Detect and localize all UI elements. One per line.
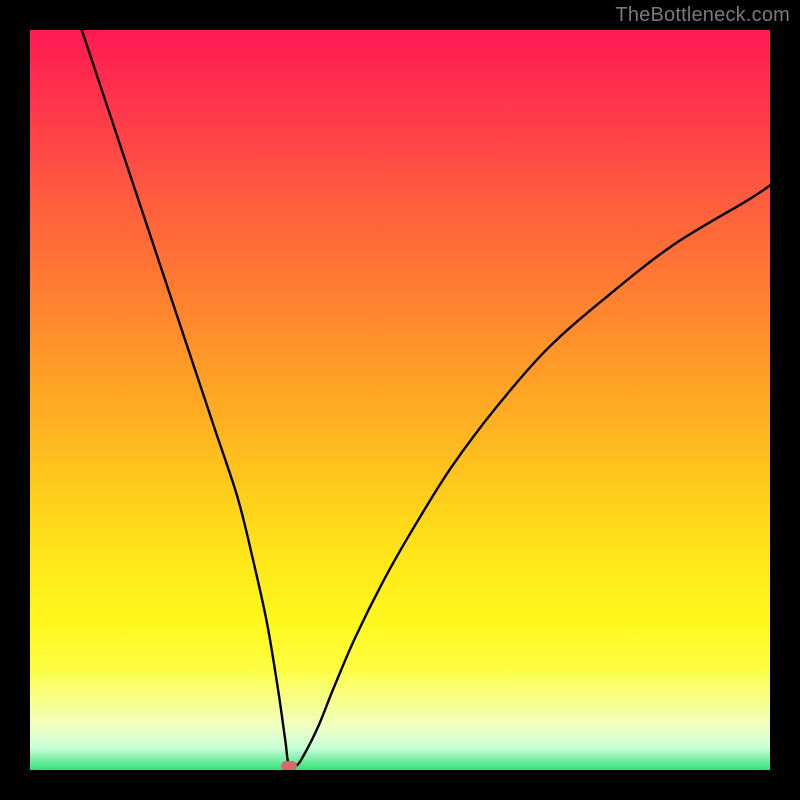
bottleneck-curve	[30, 30, 770, 770]
chart-frame: TheBottleneck.com	[0, 0, 800, 800]
watermark-text: TheBottleneck.com	[615, 4, 790, 27]
optimal-point-marker	[281, 761, 297, 770]
plot-area	[30, 30, 770, 770]
